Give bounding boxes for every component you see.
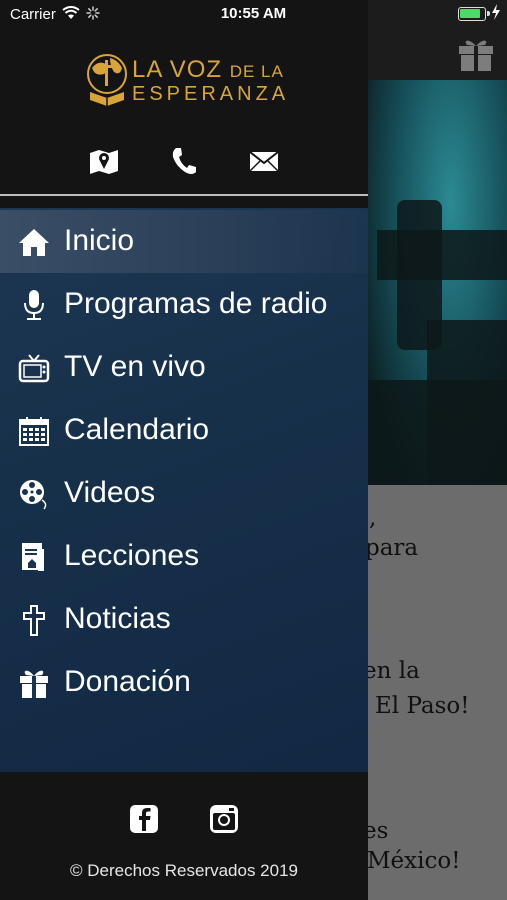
menu-item-noticias[interactable]: Noticias bbox=[0, 588, 368, 651]
map-icon[interactable] bbox=[88, 145, 120, 177]
menu-item-label: Inicio bbox=[64, 224, 135, 257]
bg-text-line: para bbox=[365, 535, 419, 561]
gift-icon bbox=[20, 670, 48, 698]
menu-item-inicio[interactable]: Inicio bbox=[0, 210, 368, 273]
phone-icon[interactable] bbox=[168, 145, 200, 177]
tv-icon bbox=[18, 354, 50, 383]
logo-line-2: ESPERANZA bbox=[132, 83, 290, 105]
bg-text-line: , bbox=[369, 505, 377, 531]
status-time: 10:55 AM bbox=[220, 5, 287, 22]
app-logo: LA VOZ DE LA ESPERANZA bbox=[84, 48, 285, 112]
copyright-text: © Derechos Reservados 2019 bbox=[70, 861, 298, 880]
mail-icon[interactable] bbox=[248, 145, 280, 177]
logo-line-1: LA VOZ DE LA bbox=[132, 56, 284, 83]
bg-text-line: México! bbox=[367, 848, 461, 874]
menu-item-label: Calendario bbox=[64, 413, 210, 446]
film-reel-icon bbox=[20, 480, 47, 510]
cross-icon bbox=[23, 605, 45, 636]
menu-item-label: Programas de radio bbox=[64, 287, 328, 320]
calendar-icon bbox=[19, 417, 49, 446]
home-icon bbox=[19, 229, 49, 256]
bg-text-line: en la bbox=[363, 658, 420, 684]
divider bbox=[0, 194, 368, 196]
menu-item-donacion[interactable]: Donación bbox=[0, 651, 368, 714]
hero-image bbox=[367, 80, 507, 485]
menu-item-programas-de-radio[interactable]: Programas de radio bbox=[0, 273, 368, 336]
gift-icon[interactable] bbox=[457, 36, 495, 72]
menu-item-lecciones[interactable]: Lecciones bbox=[0, 525, 368, 588]
microphone-icon bbox=[24, 290, 44, 320]
menu-item-label: Donación bbox=[64, 665, 191, 698]
menu-item-calendario[interactable]: Calendario bbox=[0, 399, 368, 462]
menu-item-tv-en-vivo[interactable]: TV en vivo bbox=[0, 336, 368, 399]
lessons-icon bbox=[22, 543, 44, 571]
bg-text-line: El Paso! bbox=[375, 693, 470, 719]
charging-bolt-icon bbox=[492, 4, 500, 20]
menu-item-label: Videos bbox=[64, 476, 156, 509]
contact-row bbox=[0, 145, 368, 179]
menu-item-videos[interactable]: Videos bbox=[0, 462, 368, 525]
globe-bible-icon bbox=[87, 54, 127, 106]
facebook-icon[interactable] bbox=[129, 804, 159, 834]
navigation-menu: Inicio Programas de radio TV en vivo Cal… bbox=[0, 208, 368, 772]
background-article-text: , para en la El Paso! es México! bbox=[363, 485, 507, 900]
instagram-icon[interactable] bbox=[209, 804, 239, 834]
drawer-footer: © Derechos Reservados 2019 bbox=[0, 772, 368, 900]
menu-item-label: TV en vivo bbox=[64, 350, 206, 383]
battery-icon bbox=[458, 7, 490, 21]
side-drawer: LA VOZ DE LA ESPERANZA Inicio Programas … bbox=[0, 0, 368, 900]
menu-item-label: Lecciones bbox=[64, 539, 200, 572]
status-bar: Carrier 10:55 AM bbox=[0, 0, 507, 30]
menu-item-label: Noticias bbox=[64, 602, 171, 635]
